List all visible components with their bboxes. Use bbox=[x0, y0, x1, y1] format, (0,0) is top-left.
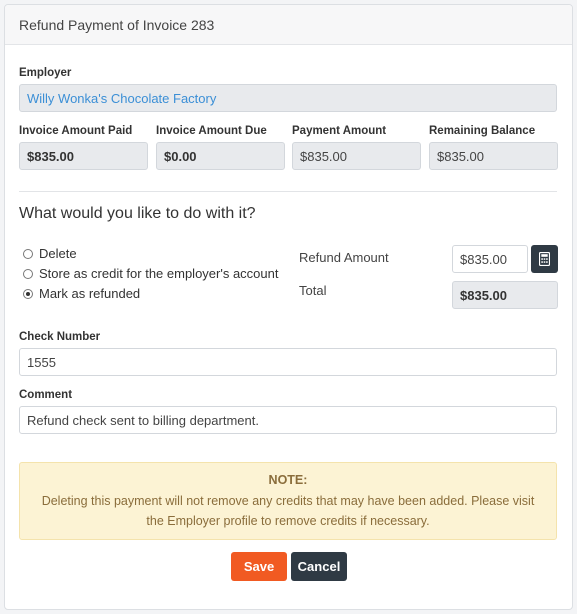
modal-title: Refund Payment of Invoice 283 bbox=[19, 16, 215, 33]
remaining-balance-field: $835.00 bbox=[429, 142, 558, 170]
option-mark-refunded[interactable]: Mark as refunded bbox=[23, 286, 140, 301]
radio-store-credit[interactable] bbox=[23, 268, 33, 279]
calculator-icon bbox=[539, 252, 550, 266]
calculator-button[interactable] bbox=[531, 245, 558, 273]
note-text: Deleting this payment will not remove an… bbox=[41, 494, 535, 528]
option-delete[interactable]: Delete bbox=[23, 246, 77, 261]
payment-amount-field: $835.00 bbox=[292, 142, 421, 170]
option-store-credit[interactable]: Store as credit for the employer's accou… bbox=[23, 266, 278, 281]
total-field: $835.00 bbox=[452, 281, 558, 309]
employer-field[interactable]: Willy Wonka's Chocolate Factory bbox=[19, 84, 557, 112]
option-delete-label: Delete bbox=[39, 246, 77, 261]
option-mark-refunded-label: Mark as refunded bbox=[39, 286, 141, 301]
refund-amount-label: Refund Amount bbox=[299, 250, 389, 265]
payment-amount-label: Payment Amount bbox=[292, 125, 387, 137]
save-button[interactable]: Save bbox=[231, 552, 287, 581]
modal-header: Refund Payment of Invoice 283 bbox=[5, 5, 572, 45]
divider bbox=[19, 191, 557, 192]
comment-input[interactable]: Refund check sent to billing department. bbox=[19, 406, 557, 434]
invoice-amount-due-label: Invoice Amount Due bbox=[156, 125, 267, 137]
remaining-balance-label: Remaining Balance bbox=[429, 125, 536, 137]
radio-mark-refunded[interactable] bbox=[23, 288, 33, 299]
cancel-button[interactable]: Cancel bbox=[291, 552, 347, 581]
employer-label: Employer bbox=[19, 67, 72, 79]
total-label: Total bbox=[299, 283, 327, 298]
radio-delete[interactable] bbox=[23, 248, 33, 259]
refund-payment-modal: Refund Payment of Invoice 283 Employer W… bbox=[4, 4, 573, 610]
note-box: NOTE: Deleting this payment will not rem… bbox=[19, 462, 557, 540]
option-store-credit-label: Store as credit for the employer's accou… bbox=[39, 266, 279, 281]
check-number-input[interactable]: 1555 bbox=[19, 348, 557, 376]
note-title: NOTE: bbox=[268, 473, 308, 487]
action-question: What would you like to do with it? bbox=[19, 205, 256, 222]
invoice-amount-paid-field: $835.00 bbox=[19, 142, 148, 170]
invoice-amount-paid-label: Invoice Amount Paid bbox=[19, 125, 133, 137]
invoice-amount-due-field: $0.00 bbox=[156, 142, 285, 170]
refund-amount-input[interactable]: $835.00 bbox=[452, 245, 528, 273]
comment-label: Comment bbox=[19, 389, 73, 401]
check-number-label: Check Number bbox=[19, 331, 101, 343]
